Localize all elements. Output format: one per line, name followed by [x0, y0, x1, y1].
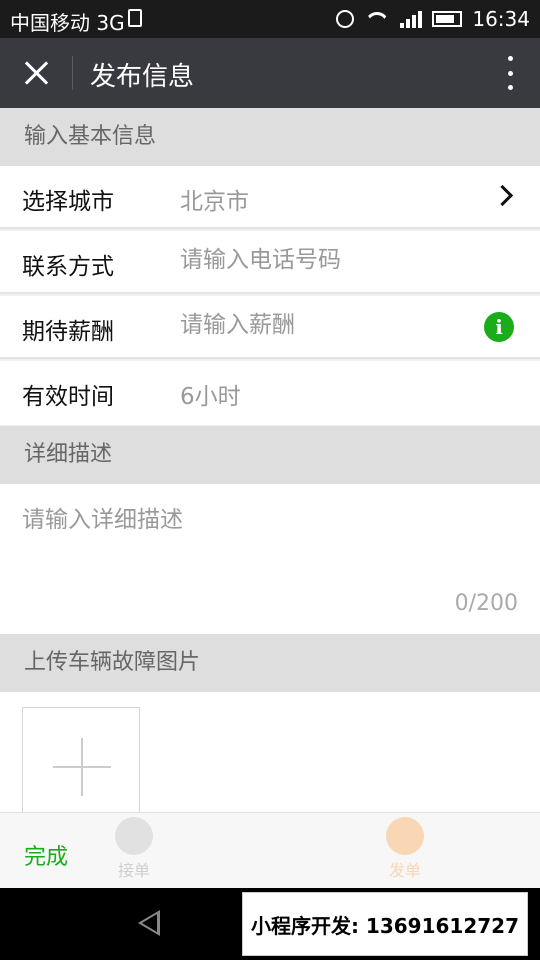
chevron-right-icon	[491, 184, 514, 207]
city-label: 选择城市	[22, 189, 114, 215]
section-details: 详细描述	[0, 426, 540, 484]
back-triangle-icon[interactable]	[138, 910, 160, 936]
header-divider	[72, 56, 73, 90]
wifi-icon	[364, 10, 390, 28]
contact-row: 联系方式	[0, 231, 540, 294]
bottom-action-bar: 接单 发单 完成	[0, 812, 540, 888]
description-area: 0/200	[0, 484, 540, 634]
close-button[interactable]	[12, 50, 60, 96]
close-icon	[23, 60, 49, 86]
signal-icon	[400, 10, 423, 28]
sim-card-icon	[128, 9, 142, 27]
contact-label: 联系方式	[22, 254, 114, 280]
battery-icon	[432, 11, 463, 27]
done-button[interactable]: 完成	[24, 839, 68, 871]
description-input[interactable]	[22, 500, 518, 590]
status-icons: 16:34	[336, 7, 530, 31]
duration-value: 6小时	[180, 384, 241, 410]
more-dot-icon	[507, 85, 513, 90]
app-header: 发布信息	[0, 38, 540, 108]
more-dot-icon	[507, 70, 513, 76]
more-menu-button[interactable]	[500, 56, 520, 90]
city-row[interactable]: 选择城市 北京市	[0, 166, 540, 229]
page-title: 发布信息	[90, 62, 195, 92]
duration-row[interactable]: 有效时间 6小时	[0, 361, 540, 425]
status-bar: 中国移动 3G 16:34	[0, 0, 540, 38]
carrier-label: 中国移动 3G	[10, 11, 125, 35]
tab-take-order[interactable]: 接单	[104, 817, 164, 881]
more-dot-icon	[507, 56, 513, 61]
char-counter: 0/200	[454, 591, 518, 616]
phone-input[interactable]	[180, 247, 460, 273]
tab-send-order-label: 发单	[388, 861, 421, 880]
duration-label: 有效时间	[22, 384, 114, 410]
take-order-icon	[115, 817, 153, 855]
section-upload: 上传车辆故障图片	[0, 634, 540, 692]
alarm-icon	[336, 10, 355, 28]
city-value: 北京市	[180, 189, 249, 215]
tab-take-order-label: 接单	[117, 861, 150, 880]
upload-area	[0, 692, 540, 825]
salary-label: 期待薪酬	[22, 319, 114, 345]
plus-icon	[53, 738, 111, 796]
section-basic-info: 输入基本信息	[0, 108, 540, 166]
info-icon[interactable]: i	[484, 312, 514, 342]
send-order-icon	[386, 817, 424, 855]
add-image-button[interactable]	[22, 707, 140, 825]
status-time: 16:34	[472, 7, 530, 31]
salary-input[interactable]	[180, 312, 460, 338]
salary-row: 期待薪酬 i	[0, 296, 540, 359]
watermark-banner: 小程序开发: 13691612727	[242, 892, 528, 956]
tab-send-order[interactable]: 发单	[375, 817, 435, 881]
